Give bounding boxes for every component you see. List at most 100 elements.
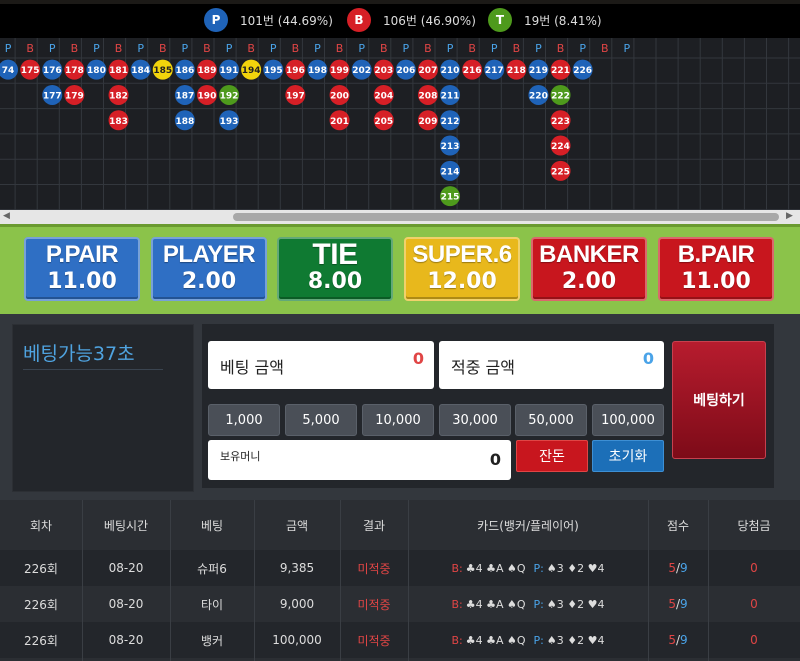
- balance-label: 보유머니: [220, 450, 261, 463]
- bet-name: PLAYER: [162, 241, 256, 268]
- score-player: 9: [680, 633, 688, 647]
- road-bead: 189: [196, 59, 217, 80]
- player-stat: P 101번 (44.69%): [204, 8, 333, 32]
- bet-b-pair-button[interactable]: B.PAIR 11.00: [658, 237, 774, 301]
- road-bead: 225: [550, 160, 571, 181]
- cell-payout: 0: [750, 597, 758, 611]
- cell-score: 5/9: [668, 633, 688, 647]
- road-bead: 177: [42, 84, 63, 105]
- cell-payout: 0: [750, 633, 758, 647]
- bet-banker-button[interactable]: BANKER 2.00: [531, 237, 647, 301]
- score-player: 9: [680, 597, 688, 611]
- banker-cards: ♣4 ♣A ♠Q: [465, 561, 526, 575]
- bead-number: 194: [242, 66, 261, 76]
- cell-bet: 슈퍼6: [197, 561, 227, 576]
- scroll-right-icon[interactable]: ▶: [786, 211, 793, 221]
- bead-number: 211: [441, 91, 460, 101]
- bead-road-grid: P B P B P B P B P B P B P B P B P B P B P B P B P B P B P 74 175 176 177…: [0, 38, 800, 210]
- bead-number: 176: [43, 66, 62, 76]
- cell-round: 226회: [24, 597, 58, 612]
- col-divider: [708, 500, 709, 661]
- reset-button[interactable]: 초기화: [592, 440, 664, 472]
- road-header-letter: B: [203, 42, 211, 55]
- chip-10000-button[interactable]: 10,000: [362, 404, 434, 436]
- bead-number: 221: [551, 66, 570, 76]
- score-banker: 5: [668, 561, 676, 575]
- tie-dot-icon: T: [488, 8, 512, 32]
- road-header-letter: P: [535, 42, 542, 55]
- cell-cards: B: ♣4 ♣A ♠Q P: ♠3 ♦2 ♥4: [408, 586, 648, 622]
- tie-stat: T 19번 (8.41%): [488, 8, 602, 32]
- player-cards: ♠3 ♦2 ♥4: [546, 561, 605, 575]
- bead-number: 193: [220, 117, 239, 127]
- player-prefix: P:: [533, 633, 544, 647]
- player-prefix: P:: [533, 597, 544, 611]
- road-bead: 205: [373, 110, 394, 131]
- road-bead: 217: [484, 59, 505, 80]
- bet-options-bar: P.PAIR 11.00 PLAYER 2.00 TIE 8.00 SUPER.…: [0, 224, 800, 314]
- bead-number: 215: [441, 193, 460, 203]
- chip-100000-button[interactable]: 100,000: [592, 404, 664, 436]
- road-bead: 207: [417, 59, 438, 80]
- bet-player-button[interactable]: PLAYER 2.00: [151, 237, 267, 301]
- place-bet-button[interactable]: 베팅하기: [672, 341, 766, 459]
- cell-time: 08-20: [108, 597, 144, 611]
- bet-tie-button[interactable]: TIE 8.00: [277, 237, 393, 301]
- chip-30000-button[interactable]: 30,000: [439, 404, 511, 436]
- bead-number: 192: [220, 91, 239, 101]
- bet-p-pair-button[interactable]: P.PAIR 11.00: [24, 237, 140, 301]
- bead-number: 179: [65, 91, 84, 101]
- bead-number: 182: [109, 91, 128, 101]
- road-bead: 193: [219, 110, 240, 131]
- road-bead: 195: [263, 59, 284, 80]
- road-header-letter: P: [624, 42, 631, 55]
- banker-cards: ♣4 ♣A ♠Q: [465, 633, 526, 647]
- bead-number: 218: [507, 66, 526, 76]
- bet-name: TIE: [312, 238, 358, 271]
- road-bead: 187: [174, 84, 195, 105]
- road-bead: 194: [241, 59, 262, 80]
- bet-super6-button[interactable]: SUPER.6 12.00: [404, 237, 520, 301]
- road-bead: 180: [86, 59, 107, 80]
- table-row: 226회 08-20 타이 9,000 미적중 B: ♣4 ♣A ♠Q P: ♠…: [0, 586, 800, 622]
- road-bead: 203: [373, 59, 394, 80]
- scroll-thumb[interactable]: [233, 213, 779, 221]
- bead-number: 200: [330, 91, 349, 101]
- bead-number: 199: [330, 66, 349, 76]
- scroll-left-icon[interactable]: ◀: [3, 211, 10, 221]
- road-bead: 188: [174, 110, 195, 131]
- road-bead: 214: [440, 160, 461, 181]
- road-bead: 210: [440, 59, 461, 80]
- road-header-letter: B: [380, 42, 388, 55]
- bead-number: 204: [374, 91, 393, 101]
- road-scrollbar[interactable]: ◀ ▶: [0, 210, 800, 224]
- bead-number: 206: [396, 66, 415, 76]
- bead-number: 210: [441, 66, 460, 76]
- change-button[interactable]: 잔돈: [516, 440, 588, 472]
- road-header-letter: P: [447, 42, 454, 55]
- chip-5000-button[interactable]: 5,000: [285, 404, 357, 436]
- banker-prefix: B:: [451, 561, 463, 575]
- cell-time: 08-20: [108, 633, 144, 647]
- road-header-letter: B: [292, 42, 300, 55]
- cell-time: 08-20: [108, 561, 144, 575]
- chip-1000-button[interactable]: 1,000: [208, 404, 280, 436]
- bead-number: 202: [352, 66, 371, 76]
- road-header-letter: B: [424, 42, 432, 55]
- road-bead: 175: [20, 59, 41, 80]
- stats-bar: P 101번 (44.69%) B 106번 (46.90%) T 19번 (8…: [0, 0, 800, 38]
- road-header-letter: P: [491, 42, 498, 55]
- bet-odds: 2.00: [181, 269, 237, 294]
- balance-value: 0: [489, 450, 501, 469]
- chip-50000-button[interactable]: 50,000: [515, 404, 587, 436]
- bead-number: 177: [43, 91, 62, 101]
- table-row: 226회 08-20 뱅커 100,000 미적중 B: ♣4 ♣A ♠Q P:…: [0, 622, 800, 658]
- bead-number: 205: [374, 117, 393, 127]
- cell-cards: B: ♣4 ♣A ♠Q P: ♠3 ♦2 ♥4: [408, 550, 648, 586]
- road-bead: 179: [64, 84, 85, 105]
- bead-road[interactable]: P B P B P B P B P B P B P B P B P B P B P B P B P B P B P 74 175 176 177…: [0, 38, 800, 210]
- banker-cards: ♣4 ♣A ♠Q: [465, 597, 526, 611]
- bead-number: 198: [308, 66, 327, 76]
- timer-box: 베팅가능37초: [12, 324, 194, 492]
- cell-bet: 뱅커: [200, 633, 224, 648]
